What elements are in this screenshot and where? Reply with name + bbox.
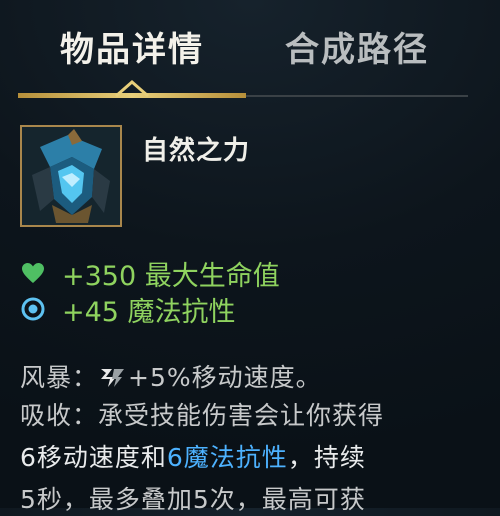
blue-armor-item-icon [22,127,120,225]
passive-storm-label: 风暴： [20,363,99,392]
tab-item-details[interactable]: 物品详情 [60,22,204,71]
stat-magic-resist: +45 魔法抗性 [20,292,236,328]
move-speed-icon [98,365,126,389]
passive-storm-line: 风暴： +5%移动速度。 [20,358,322,394]
stat-magic-resist-text: +45 魔法抗性 [62,296,236,328]
item-name: 自然之力 [142,136,251,166]
absorb-text-2: ，持续 [287,443,366,472]
stat-health: +350 最大生命值 [20,256,280,292]
item-icon [20,125,122,227]
active-tab-caret-icon [115,80,149,98]
passive-storm-text: +5%移动速度。 [128,363,322,392]
magic-resist-icon [20,296,46,322]
passive-absorb-line-3: 5秒，最多叠加5次，最高可获 [20,485,366,514]
tab-bar: 物品详情 合成路径 [0,0,500,110]
absorb-highlight: 6魔法抗性 [166,443,288,472]
passive-absorb-line: 吸收：承受技能伤害会让你获得 [20,401,385,430]
absorb-text-1: 6移动速度和 [20,443,167,472]
stat-health-text: +350 最大生命值 [62,260,280,292]
tab-build-path[interactable]: 合成路径 [285,22,429,71]
heart-icon [20,260,46,286]
passive-absorb-line-2: 6移动速度和6魔法抗性，持续 [20,438,366,474]
